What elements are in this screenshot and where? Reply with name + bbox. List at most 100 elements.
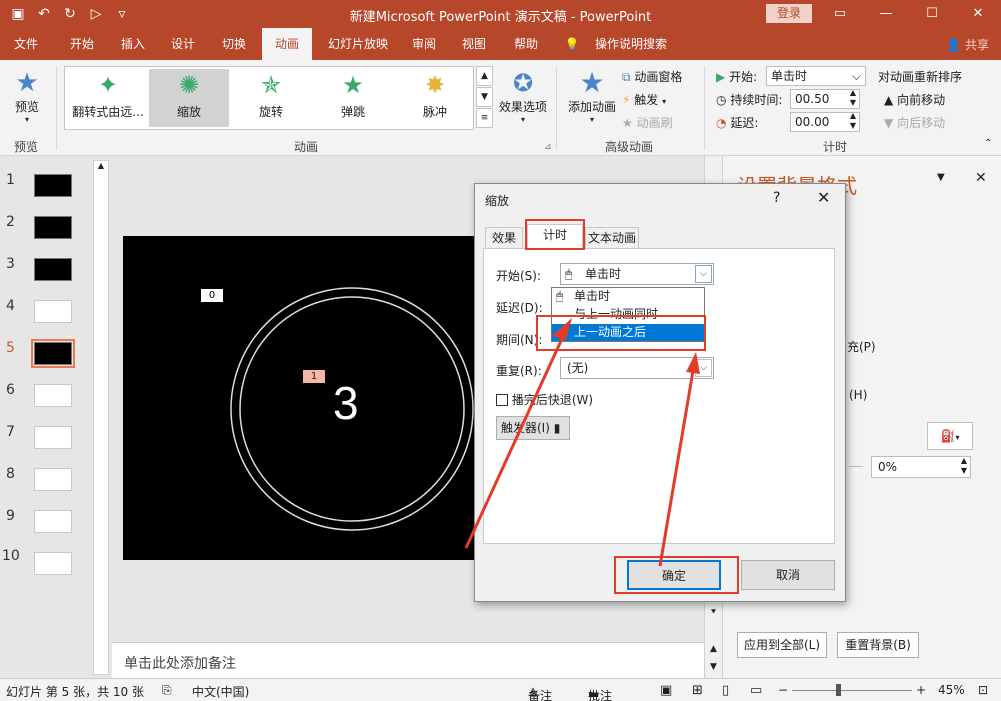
- slide-number-text[interactable]: 3: [333, 376, 359, 430]
- delay-input[interactable]: 00.00 ▲ ▼: [790, 111, 860, 132]
- tab-effect[interactable]: 效果: [485, 227, 523, 249]
- language-text[interactable]: 中文(中国): [192, 683, 249, 700]
- reading-view-icon[interactable]: ▯: [722, 683, 729, 698]
- slideshow-view-icon[interactable]: ▭: [750, 683, 762, 698]
- add-animation-button[interactable]: ★ 添加动画 ▾: [564, 68, 620, 125]
- ribbon-display-icon[interactable]: ▭: [817, 0, 863, 28]
- pane-options-icon[interactable]: ▼: [937, 172, 945, 183]
- transparency-slider[interactable]: [849, 466, 863, 467]
- animation-bounce[interactable]: ★ 弹跳: [313, 69, 393, 127]
- trigger-button[interactable]: 触发器(I) ▮: [496, 416, 570, 440]
- dialog-launcher-icon[interactable]: ⊿: [544, 142, 552, 152]
- scroll-up-icon[interactable]: ▲: [705, 644, 722, 654]
- rewind-checkbox-row[interactable]: 播完后快退(W): [496, 391, 593, 408]
- animation-flip-in[interactable]: ✦ 翻转式由远...: [67, 69, 149, 127]
- slide-thumbnail[interactable]: [34, 216, 72, 239]
- tab-view[interactable]: 视图: [452, 28, 496, 60]
- trigger-button[interactable]: ⚡ 触发 ▾: [622, 91, 666, 108]
- start-dropdown[interactable]: 🖱 单击时 ⌵: [560, 263, 714, 285]
- gallery-scroll-down[interactable]: ▼: [476, 87, 493, 107]
- collapse-ribbon-icon[interactable]: ⌃: [984, 138, 992, 149]
- chevron-down-icon[interactable]: ⌵: [695, 359, 712, 377]
- move-later-button[interactable]: ▼ 向后移动: [884, 114, 945, 131]
- tab-text-animation[interactable]: 文本动画: [585, 227, 639, 249]
- thumbnail-scrollbar[interactable]: ▲: [93, 160, 109, 675]
- lightbulb-icon: 💡: [564, 37, 580, 51]
- tab-help[interactable]: 帮助: [504, 28, 548, 60]
- tab-review[interactable]: 审阅: [402, 28, 446, 60]
- effect-star-icon: ✪: [512, 69, 534, 97]
- zoom-slider[interactable]: [792, 690, 912, 691]
- zoom-slider-thumb[interactable]: [836, 684, 841, 696]
- slide-thumbnail[interactable]: [34, 510, 72, 533]
- animation-zoom[interactable]: ✺ 缩放: [149, 69, 229, 127]
- fit-slide-icon[interactable]: ⊡: [978, 683, 988, 697]
- scroll-down-icon[interactable]: ▼: [705, 662, 722, 672]
- dialog-close-button[interactable]: ✕: [817, 188, 830, 207]
- help-button[interactable]: ?: [773, 190, 780, 206]
- repeat-dropdown[interactable]: (无) ⌵: [560, 357, 714, 379]
- fill-color-button[interactable]: ⛽▾: [927, 422, 973, 450]
- animation-spin[interactable]: ✯ 旋转: [231, 69, 311, 127]
- apply-to-all-button[interactable]: 应用到全部(L): [737, 632, 827, 658]
- transparency-input[interactable]: 0% ▲ ▼: [871, 456, 971, 478]
- duration-input[interactable]: 00.50 ▲ ▼: [790, 88, 860, 109]
- slide-thumbnail[interactable]: [34, 384, 72, 407]
- tab-design[interactable]: 设计: [160, 28, 206, 60]
- tell-me-search[interactable]: 操作说明搜索: [586, 28, 676, 60]
- scroll-down-icon[interactable]: ⯆: [705, 608, 722, 618]
- share-button[interactable]: 👤 共享: [946, 36, 989, 53]
- chevron-down-icon[interactable]: ⌵: [695, 265, 712, 283]
- animation-tag-1[interactable]: 1: [303, 370, 325, 383]
- option-on-click[interactable]: 🖱 单击时: [552, 288, 704, 305]
- notes-area[interactable]: 单击此处添加备注: [112, 642, 704, 678]
- fill-option-fragment[interactable]: 充(P): [847, 338, 876, 355]
- minimize-button[interactable]: —: [863, 0, 909, 28]
- tab-transitions[interactable]: 切换: [210, 28, 258, 60]
- start-label: ▶ 开始:: [716, 70, 758, 84]
- slide-thumbnail-selected[interactable]: [31, 339, 75, 368]
- animation-painter-button[interactable]: ★ 动画刷: [622, 114, 673, 131]
- tab-home[interactable]: 开始: [58, 28, 106, 60]
- animation-tag-0[interactable]: 0: [201, 289, 223, 302]
- hide-graphics-fragment[interactable]: (H): [849, 388, 867, 402]
- slide-thumbnail[interactable]: [34, 426, 72, 449]
- slide-thumbnail[interactable]: [34, 468, 72, 491]
- gallery-scroll-up[interactable]: ▲: [476, 66, 493, 86]
- slide-count-text: 幻灯片 第 5 张，共 10 张: [6, 685, 144, 699]
- close-icon[interactable]: ✕: [975, 170, 987, 186]
- slide-thumbnail[interactable]: [34, 552, 72, 575]
- zoom-level-text[interactable]: 45%: [938, 683, 965, 697]
- tab-insert[interactable]: 插入: [110, 28, 156, 60]
- zoom-in-icon[interactable]: +: [916, 683, 926, 697]
- rewind-checkbox[interactable]: [496, 394, 508, 406]
- spin-arrows-icon[interactable]: ▲ ▼: [961, 456, 967, 476]
- tab-file[interactable]: 文件: [4, 28, 48, 60]
- spin-arrows-icon[interactable]: ▲ ▼: [850, 88, 856, 108]
- reset-background-button[interactable]: 重置背景(B): [837, 632, 919, 658]
- login-button[interactable]: 登录: [766, 4, 812, 23]
- animation-pulse[interactable]: ✸ 脉冲: [395, 69, 475, 127]
- maximize-button[interactable]: ☐: [909, 0, 955, 28]
- slide-thumbnail[interactable]: [34, 258, 72, 281]
- slide-thumbnail[interactable]: [34, 174, 72, 197]
- slide-thumbnail[interactable]: [34, 300, 72, 323]
- cancel-button[interactable]: 取消: [741, 560, 835, 590]
- slide-canvas[interactable]: 0 1 3: [123, 236, 475, 560]
- zoom-out-icon[interactable]: −: [778, 683, 788, 697]
- spin-arrows-icon[interactable]: ▲ ▼: [850, 111, 856, 131]
- tab-slideshow[interactable]: 幻灯片放映: [318, 28, 398, 60]
- normal-view-icon[interactable]: ▣: [660, 683, 672, 698]
- spin-star-icon: ✯: [260, 71, 282, 99]
- slide-sorter-icon[interactable]: ⊞: [692, 683, 703, 698]
- move-earlier-button[interactable]: ▲ 向前移动: [884, 91, 945, 108]
- scroll-up-icon[interactable]: ▲: [94, 161, 108, 170]
- gallery-expand[interactable]: ≡: [476, 108, 493, 128]
- effect-options-button[interactable]: ✪ 效果选项 ▾: [498, 68, 548, 124]
- start-select[interactable]: 单击时 ⌵: [766, 66, 866, 86]
- tab-animations[interactable]: 动画: [262, 28, 312, 60]
- animation-pane-button[interactable]: ⧉ 动画窗格: [622, 68, 682, 85]
- spellcheck-icon[interactable]: ⎘: [162, 683, 172, 698]
- preview-button[interactable]: ★ 预览 ▾: [10, 68, 44, 124]
- close-button[interactable]: ✕: [955, 0, 1001, 28]
